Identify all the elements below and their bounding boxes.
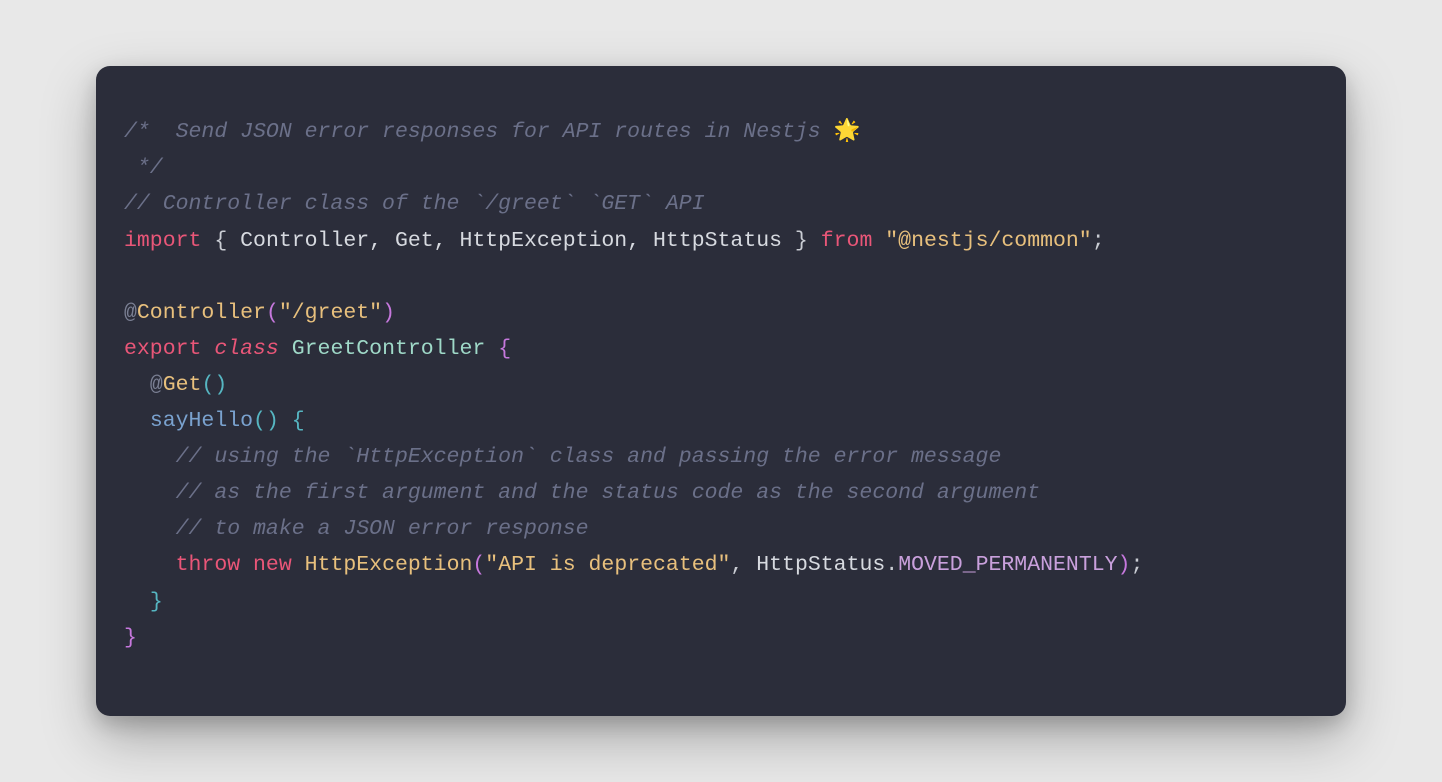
decorator-get-line: @Get() bbox=[124, 373, 227, 397]
http-status-object: HttpStatus bbox=[756, 553, 885, 577]
import-line: import { Controller, Get, HttpException,… bbox=[124, 229, 1105, 253]
exception-class: HttpException bbox=[305, 553, 473, 577]
decorator-controller: Controller bbox=[137, 301, 266, 325]
throw-line: throw new HttpException("API is deprecat… bbox=[124, 553, 1143, 577]
keyword-new: new bbox=[253, 553, 292, 577]
inner-comment-3: // to make a JSON error response bbox=[124, 517, 588, 541]
line-comment-controller: // Controller class of the `/greet` `GET… bbox=[124, 192, 705, 216]
inner-comment-2: // as the first argument and the status … bbox=[124, 481, 1040, 505]
method-declaration-line: sayHello() { bbox=[124, 409, 305, 433]
import-module-string: "@nestjs/common" bbox=[885, 229, 1091, 253]
at-symbol: @ bbox=[124, 301, 137, 325]
class-declaration-line: export class GreetController { bbox=[124, 337, 511, 361]
block-comment-line-1: /* Send JSON error responses for API rou… bbox=[124, 120, 860, 144]
error-message-string: "API is deprecated" bbox=[485, 553, 730, 577]
class-name: GreetController bbox=[292, 337, 486, 361]
keyword-import: import bbox=[124, 229, 201, 253]
keyword-from: from bbox=[821, 229, 873, 253]
method-close-brace: } bbox=[124, 590, 163, 614]
import-names: Controller, Get, HttpException, HttpStat… bbox=[240, 229, 782, 253]
code-block: /* Send JSON error responses for API rou… bbox=[124, 114, 1318, 656]
decorator-controller-line: @Controller("/greet") bbox=[124, 301, 395, 325]
at-symbol: @ bbox=[150, 373, 163, 397]
class-close-brace: } bbox=[124, 626, 137, 650]
keyword-class: class bbox=[214, 337, 279, 361]
keyword-export: export bbox=[124, 337, 201, 361]
inner-comment-1: // using the `HttpException` class and p… bbox=[124, 445, 1001, 469]
decorator-get: Get bbox=[163, 373, 202, 397]
method-name: sayHello bbox=[150, 409, 253, 433]
keyword-throw: throw bbox=[176, 553, 241, 577]
route-string: "/greet" bbox=[279, 301, 382, 325]
block-comment-line-2: */ bbox=[124, 156, 163, 180]
sparkle-emoji: 🌟 bbox=[834, 120, 861, 144]
http-status-constant: MOVED_PERMANENTLY bbox=[898, 553, 1117, 577]
code-snippet-card: /* Send JSON error responses for API rou… bbox=[96, 66, 1346, 716]
